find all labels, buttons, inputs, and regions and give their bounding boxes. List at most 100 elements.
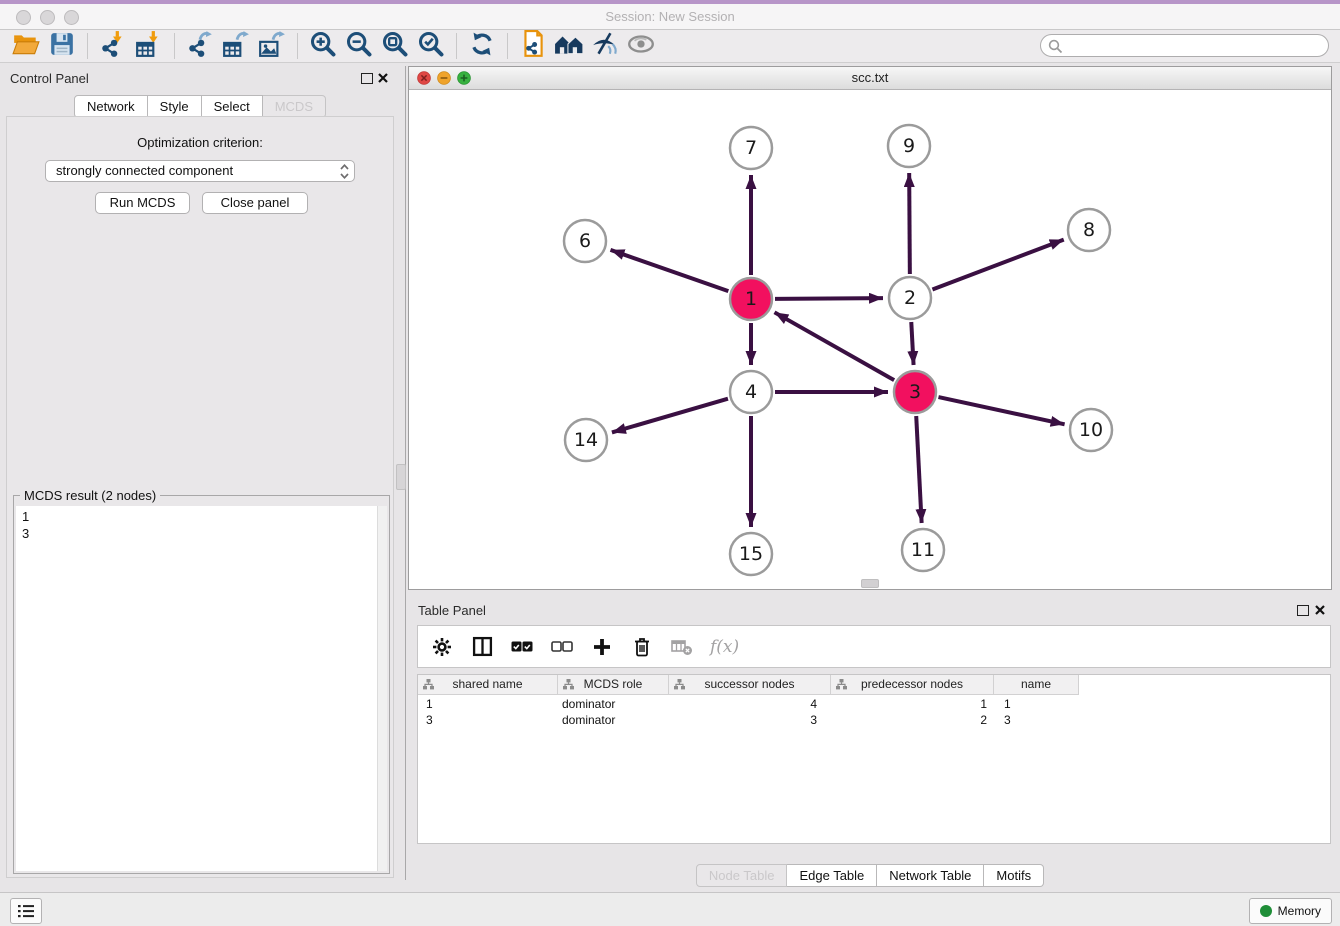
edge-2-3[interactable] <box>911 322 913 365</box>
memory-status-icon <box>1260 905 1272 917</box>
edge-1-6[interactable] <box>610 250 728 291</box>
close-panel-icon[interactable] <box>377 72 389 84</box>
save-session-button[interactable] <box>44 31 80 61</box>
show-hide-button[interactable] <box>623 31 659 61</box>
graph-node-8[interactable]: 8 <box>1068 209 1110 251</box>
save-floppy-icon <box>49 31 75 62</box>
edge-2-8[interactable] <box>932 240 1063 290</box>
edge-4-14[interactable] <box>612 399 728 433</box>
run-mcds-button[interactable]: Run MCDS <box>95 192 190 214</box>
column-header-shared-name[interactable]: shared name <box>418 675 558 694</box>
tab-style[interactable]: Style <box>148 95 202 118</box>
list-icon <box>17 903 35 919</box>
window-resize-grip[interactable] <box>861 579 879 588</box>
main-titlebar: Session: New Session <box>0 4 1340 30</box>
memory-button[interactable]: Memory <box>1249 898 1332 924</box>
create-column-button[interactable] <box>590 635 614 659</box>
close-table-panel-icon[interactable] <box>1314 604 1326 616</box>
network-canvas-svg: 1 2 3 4 6 7 8 9 10 11 14 15 <box>409 90 1331 590</box>
select-all-columns-button[interactable] <box>510 635 534 659</box>
graph-node-7[interactable]: 7 <box>730 127 772 169</box>
float-panel-icon[interactable] <box>361 73 373 84</box>
import-network-icon <box>99 30 127 63</box>
application-window: Session: New Session <box>0 0 1340 926</box>
column-header-successor-nodes[interactable]: successor nodes <box>669 675 831 694</box>
task-history-button[interactable] <box>10 898 42 924</box>
tab-select[interactable]: Select <box>202 95 263 118</box>
mcds-result-title: MCDS result (2 nodes) <box>20 488 160 503</box>
edge-1-2[interactable] <box>775 298 883 299</box>
svg-text:3: 3 <box>909 381 921 403</box>
graph-node-11[interactable]: 11 <box>902 529 944 571</box>
column-header-predecessor-nodes[interactable]: predecessor nodes <box>831 675 994 694</box>
tab-edge-table[interactable]: Edge Table <box>787 864 877 887</box>
search-input[interactable] <box>1067 36 1321 57</box>
import-table-button[interactable] <box>131 31 167 61</box>
table-header-row: shared name MCDS role successor nodes pr… <box>418 675 1079 695</box>
svg-text:9: 9 <box>903 135 915 157</box>
graph-node-4[interactable]: 4 <box>730 371 772 413</box>
unselect-all-columns-button[interactable] <box>550 635 574 659</box>
tab-motifs[interactable]: Motifs <box>984 864 1044 887</box>
home-button[interactable] <box>551 31 587 61</box>
graph-node-1[interactable]: 1 <box>730 278 772 320</box>
panel-divider-grip[interactable] <box>396 464 406 490</box>
graph-node-10[interactable]: 10 <box>1070 409 1112 451</box>
graph-node-6[interactable]: 6 <box>564 220 606 262</box>
edge-3-11[interactable] <box>916 416 921 523</box>
open-session-button[interactable] <box>8 31 44 61</box>
table-panel-tabs: Node Table Edge Table Network Table Moti… <box>408 864 1332 887</box>
graphics-details-button[interactable] <box>587 31 623 61</box>
import-network-button[interactable] <box>95 31 131 61</box>
refresh-button[interactable] <box>464 31 500 61</box>
export-table-button[interactable] <box>218 31 254 61</box>
tab-node-table[interactable]: Node Table <box>696 864 788 887</box>
edge-3-10[interactable] <box>938 397 1064 424</box>
table-row[interactable]: 1 dominator 4 1 1 <box>418 696 1079 712</box>
optimization-criterion-select[interactable]: strongly connected component <box>45 160 355 182</box>
network-window-titlebar: scc.txt <box>409 67 1331 90</box>
control-panel-tabs: Network Style Select MCDS <box>0 95 400 118</box>
zoom-selected-button[interactable] <box>413 31 449 61</box>
graph-node-2[interactable]: 2 <box>889 277 931 319</box>
delete-column-button[interactable] <box>630 635 654 659</box>
result-scrollbar[interactable] <box>377 506 387 871</box>
export-network-button[interactable] <box>182 31 218 61</box>
import-table-icon <box>135 30 163 63</box>
graph-node-3[interactable]: 3 <box>894 371 936 413</box>
network-canvas[interactable]: 1 2 3 4 6 7 8 9 10 11 14 15 <box>409 90 1331 589</box>
table-settings-button[interactable] <box>430 635 454 659</box>
float-table-panel-icon[interactable] <box>1297 605 1309 616</box>
first-neighbors-button[interactable] <box>515 31 551 61</box>
column-header-name[interactable]: name <box>994 675 1079 694</box>
toolbar-separator <box>297 33 298 59</box>
edge-2-9[interactable] <box>909 173 910 274</box>
graph-node-15[interactable]: 15 <box>730 533 772 575</box>
toolbar-separator <box>87 33 88 59</box>
show-column-button[interactable] <box>470 635 494 659</box>
checked-boxes-icon <box>511 640 533 654</box>
graph-node-9[interactable]: 9 <box>888 125 930 167</box>
zoom-selected-icon <box>417 30 445 63</box>
zoom-in-icon <box>309 30 337 63</box>
table-panel-title: Table Panel <box>418 603 486 618</box>
column-header-mcds-role[interactable]: MCDS role <box>558 675 669 694</box>
svg-text:4: 4 <box>745 381 757 403</box>
tab-network[interactable]: Network <box>74 95 148 118</box>
table-row[interactable]: 3 dominator 3 2 3 <box>418 712 1079 728</box>
edge-3-1[interactable] <box>774 312 894 380</box>
toolbar-separator <box>456 33 457 59</box>
tab-network-table[interactable]: Network Table <box>877 864 984 887</box>
svg-text:14: 14 <box>574 429 598 451</box>
selected-option: strongly connected component <box>56 163 233 178</box>
trash-icon <box>632 636 652 658</box>
tab-mcds[interactable]: MCDS <box>263 95 326 118</box>
zoom-out-button[interactable] <box>341 31 377 61</box>
delete-table-button-disabled <box>670 635 694 659</box>
zoom-fit-button[interactable] <box>377 31 413 61</box>
graph-node-14[interactable]: 14 <box>565 419 607 461</box>
zoom-in-button[interactable] <box>305 31 341 61</box>
mcds-result-area[interactable]: 1 3 <box>16 506 387 871</box>
export-image-button[interactable] <box>254 31 290 61</box>
close-panel-button[interactable]: Close panel <box>202 192 308 214</box>
